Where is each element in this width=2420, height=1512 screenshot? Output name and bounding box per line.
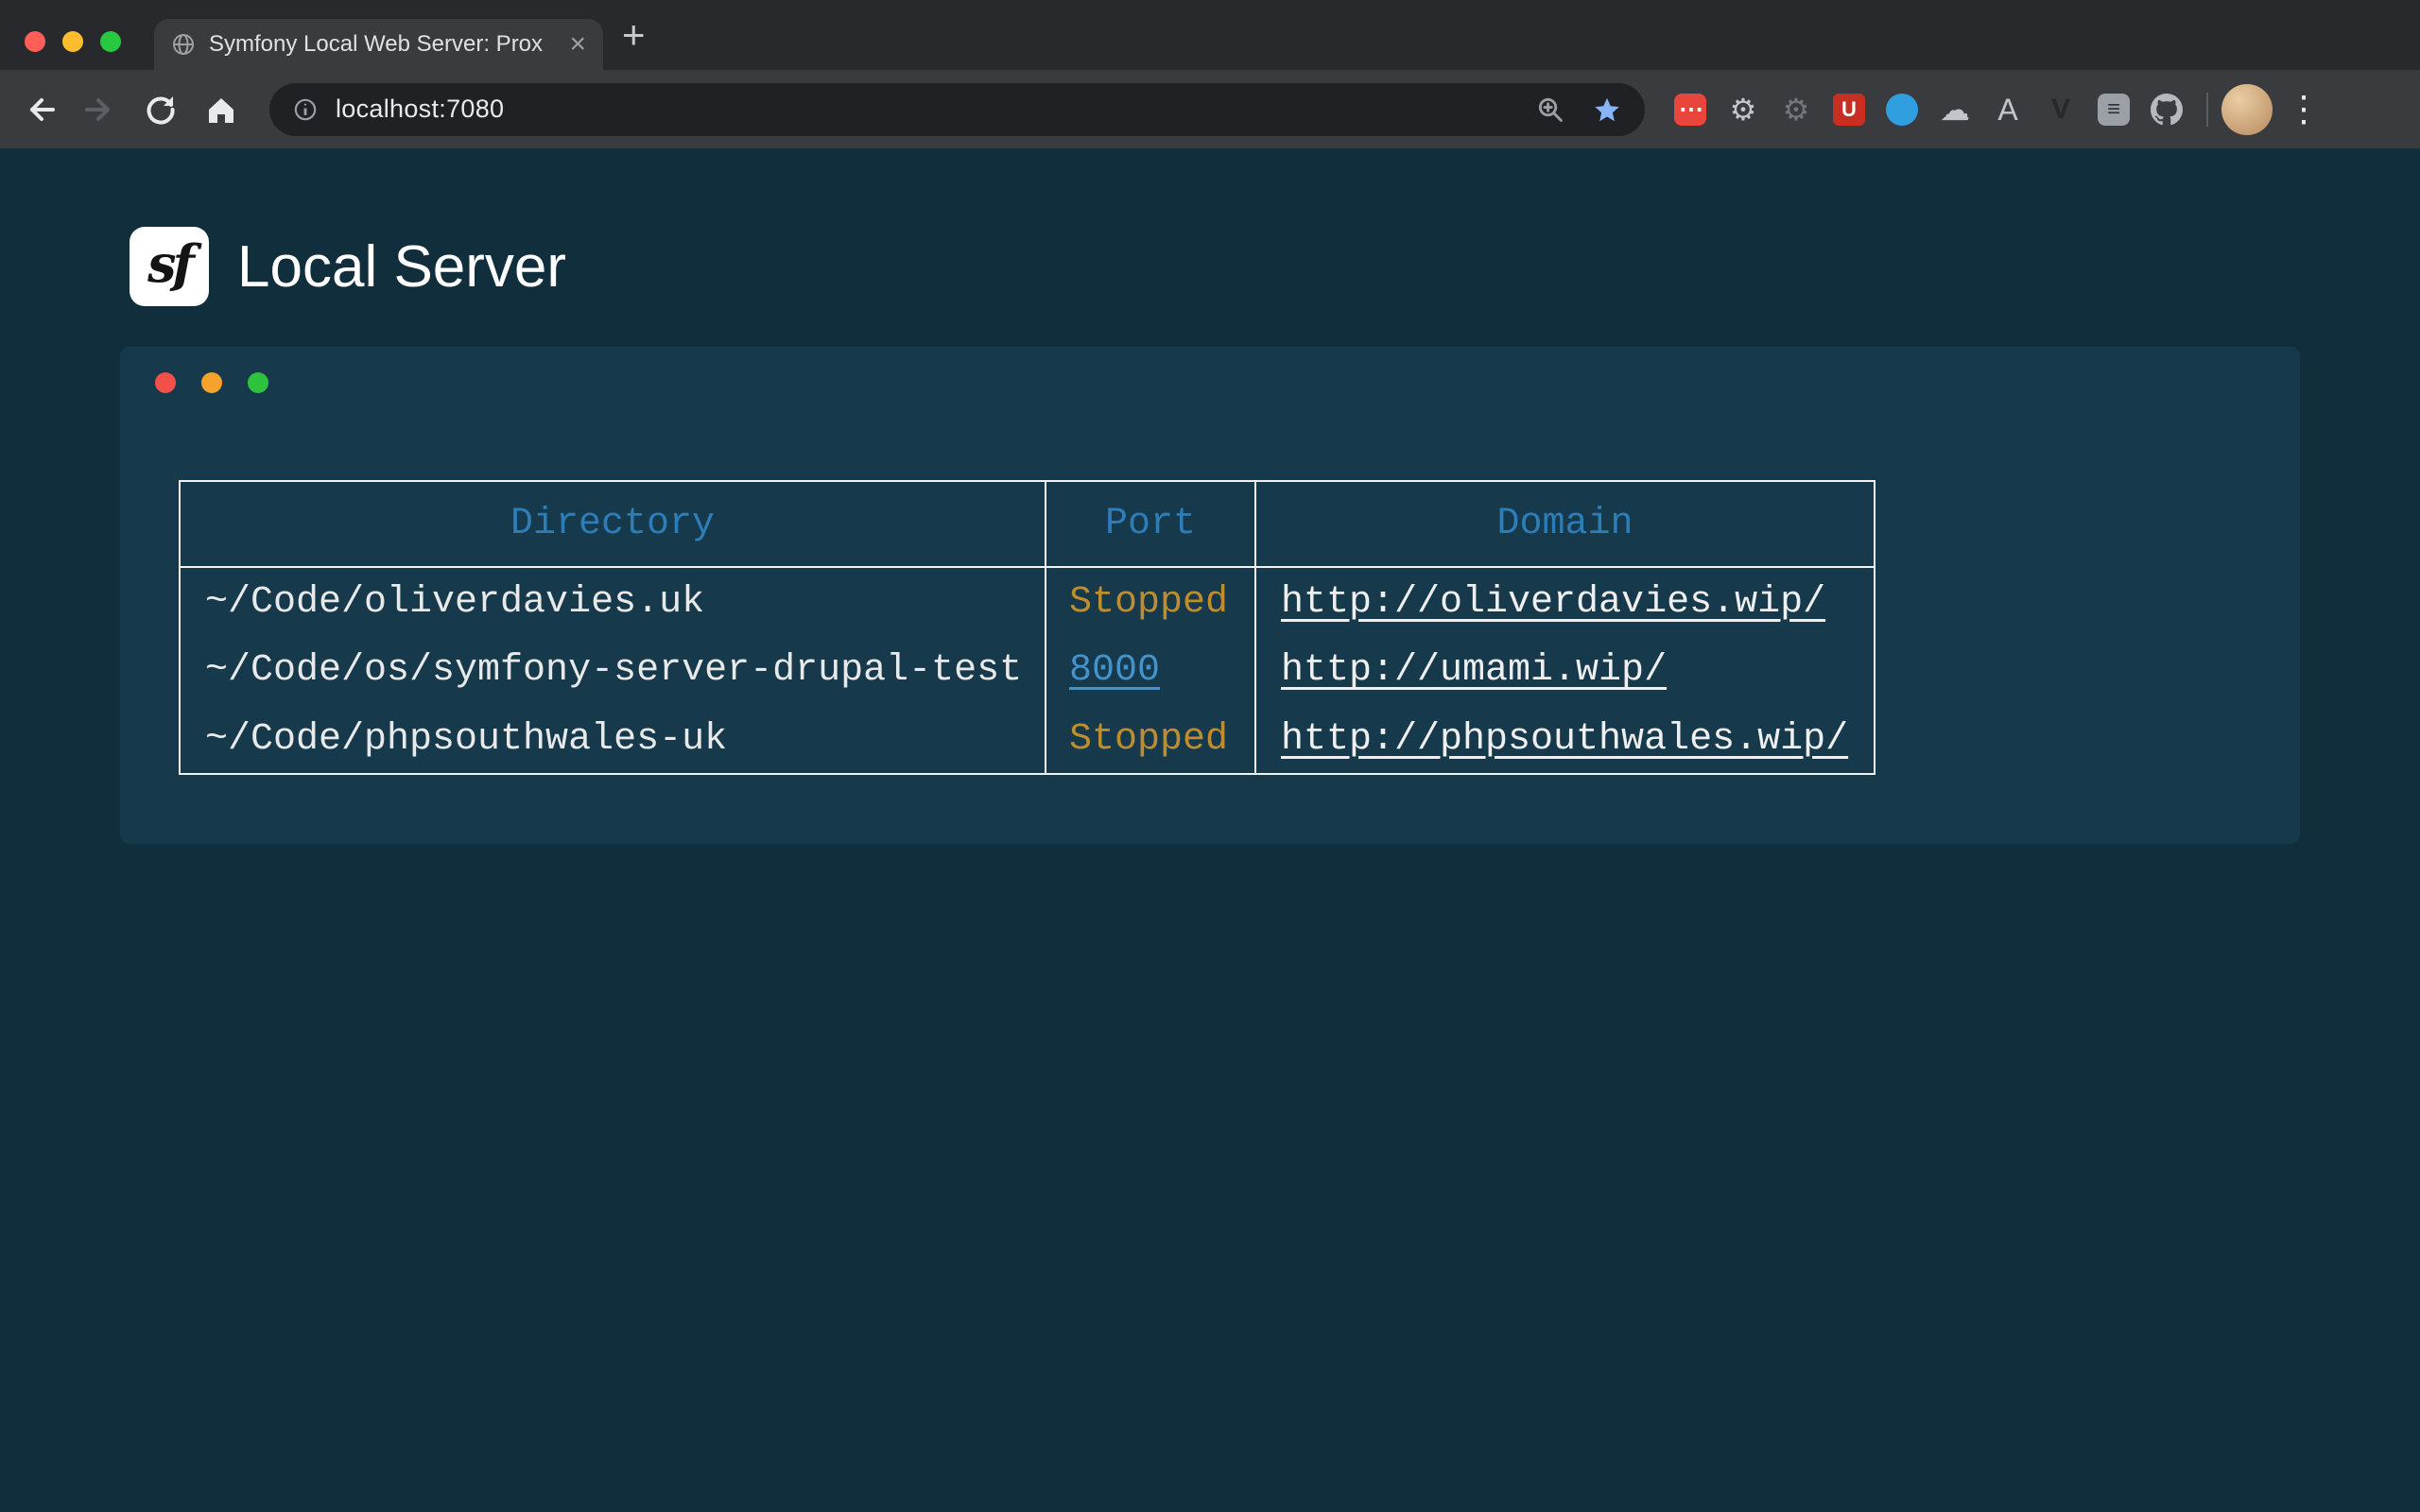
domain-cell: http://phpsouthwales.wip/: [1255, 705, 1875, 774]
status-stopped: Stopped: [1069, 581, 1228, 624]
browser-toolbar: localhost:7080 ⋯ ⚙ ⚙ U: [0, 70, 2420, 148]
profile-avatar[interactable]: [2221, 84, 2273, 135]
tab-strip: Symfony Local Web Server: Prox × +: [0, 0, 2420, 70]
letter-v-extension-icon[interactable]: V: [2034, 83, 2087, 136]
directory-cell: ~/Code/os/symfony-server-drupal-test: [180, 636, 1046, 705]
directory-column-header: Directory: [180, 481, 1046, 567]
domain-link[interactable]: http://umami.wip/: [1281, 649, 1667, 692]
letter-a-extension-icon[interactable]: A: [1981, 83, 2034, 136]
domain-column-header: Domain: [1255, 481, 1875, 567]
new-tab-button[interactable]: +: [622, 15, 646, 55]
forward-button[interactable]: [78, 87, 123, 132]
page-title: Local Server: [237, 233, 566, 301]
symfony-logo: sf: [130, 227, 209, 306]
bookmark-star-icon[interactable]: [1590, 93, 1624, 127]
status-stopped: Stopped: [1069, 718, 1228, 761]
tab-title: Symfony Local Web Server: Prox: [209, 31, 560, 58]
table-row: ~/Code/oliverdavies.uk Stopped http://ol…: [180, 567, 1875, 636]
domain-cell: http://oliverdavies.wip/: [1255, 567, 1875, 636]
terminal-window-dots: [155, 372, 268, 393]
terminal-green-dot: [248, 372, 268, 393]
table-row: ~/Code/phpsouthwales-uk Stopped http://p…: [180, 705, 1875, 774]
toolbar-separator: [2206, 93, 2208, 127]
servers-table: Directory Port Domain ~/Code/oliverdavie…: [179, 480, 1876, 775]
directory-cell: ~/Code/oliverdavies.uk: [180, 567, 1046, 636]
zoom-indicator-icon[interactable]: [1533, 93, 1567, 127]
dark-gear-extension-icon[interactable]: ⚙: [1770, 83, 1823, 136]
reload-button[interactable]: [138, 87, 183, 132]
cloud-extension-icon[interactable]: ☁: [1928, 83, 1981, 136]
extensions-bar: ⋯ ⚙ ⚙ U ☁ A V ≡: [1664, 83, 2193, 136]
home-button[interactable]: [199, 87, 244, 132]
domain-link[interactable]: http://phpsouthwales.wip/: [1281, 718, 1848, 761]
browser-tab[interactable]: Symfony Local Web Server: Prox ×: [154, 19, 603, 70]
close-window-button[interactable]: [25, 31, 45, 52]
ublock-extension-icon[interactable]: U: [1823, 83, 1876, 136]
port-column-header: Port: [1046, 481, 1255, 567]
port-cell: Stopped: [1046, 705, 1255, 774]
zoom-window-button[interactable]: [100, 31, 121, 52]
port-cell: 8000: [1046, 636, 1255, 705]
table-header-row: Directory Port Domain: [180, 481, 1875, 567]
red-dots-extension-icon[interactable]: ⋯: [1664, 83, 1717, 136]
github-extension-icon[interactable]: [2140, 83, 2193, 136]
gear-extension-icon[interactable]: ⚙: [1717, 83, 1770, 136]
browser-menu-icon[interactable]: ⋮: [2286, 92, 2322, 128]
directory-cell: ~/Code/phpsouthwales-uk: [180, 705, 1046, 774]
brand-header: sf Local Server: [130, 227, 566, 306]
domain-link[interactable]: http://oliverdavies.wip/: [1281, 581, 1825, 624]
port-link[interactable]: 8000: [1069, 649, 1160, 692]
url-text: localhost:7080: [336, 94, 1511, 124]
table-row: ~/Code/os/symfony-server-drupal-test 800…: [180, 636, 1875, 705]
globe-favicon-icon: [171, 32, 196, 57]
terminal-orange-dot: [201, 372, 222, 393]
symfony-logo-text: sf: [147, 233, 191, 294]
site-info-icon[interactable]: [290, 94, 320, 125]
blue-circle-extension-icon[interactable]: [1876, 83, 1928, 136]
list-extension-icon[interactable]: ≡: [2087, 83, 2140, 136]
address-bar[interactable]: localhost:7080: [269, 83, 1645, 136]
terminal-panel: Directory Port Domain ~/Code/oliverdavie…: [120, 347, 2300, 844]
domain-cell: http://umami.wip/: [1255, 636, 1875, 705]
back-button[interactable]: [17, 87, 62, 132]
window-controls: [25, 31, 121, 52]
page-content: sf Local Server Directory Port Domain: [0, 148, 2420, 1512]
tab-close-icon[interactable]: ×: [569, 30, 586, 59]
terminal-red-dot: [155, 372, 176, 393]
port-cell: Stopped: [1046, 567, 1255, 636]
minimize-window-button[interactable]: [62, 31, 83, 52]
